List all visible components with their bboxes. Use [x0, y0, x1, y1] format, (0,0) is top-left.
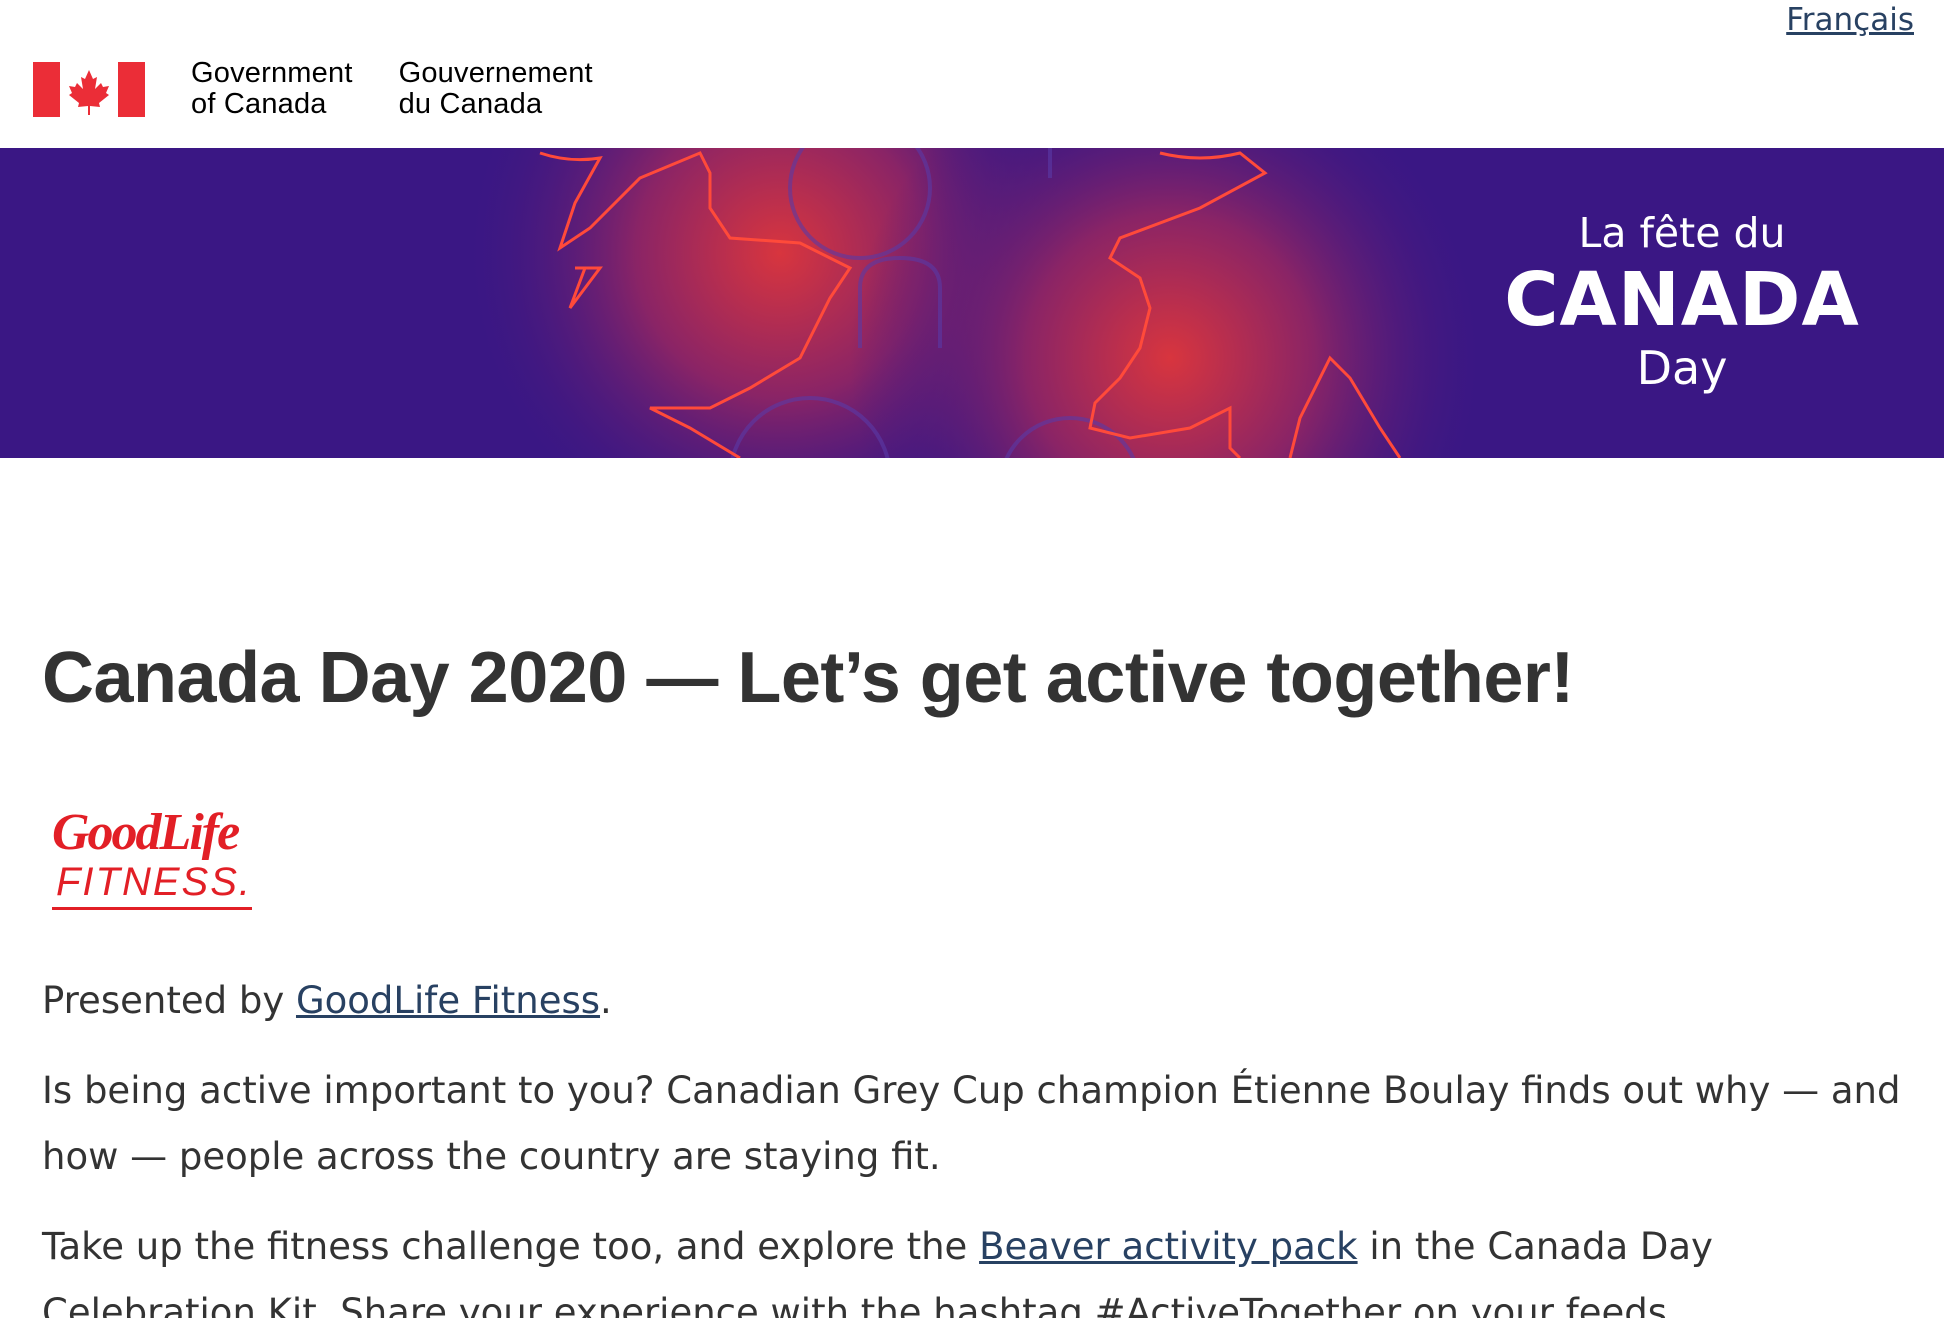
banner-title: La fête du CANADA Day [1472, 208, 1892, 394]
logo-word-goodlife: GoodLife [52, 804, 240, 861]
signature-fr-line2: du Canada [398, 88, 543, 120]
goodlife-fitness-link[interactable]: GoodLife Fitness [296, 979, 600, 1022]
signature-french: Gouvernement du Canada [399, 58, 593, 120]
presented-by-paragraph: Presented by GoodLife Fitness. [42, 968, 1922, 1034]
page-title: Canada Day 2020 — Let’s get active toget… [42, 638, 1574, 718]
presented-by-suffix: . [600, 979, 612, 1022]
beaver-activity-pack-link[interactable]: Beaver activity pack [979, 1225, 1358, 1268]
signature-fr-line1: Gouvernement [398, 57, 593, 89]
challenge-prefix: Take up the fitness challenge too, and e… [42, 1225, 980, 1268]
canada-day-banner: La fête du CANADA Day [0, 148, 1944, 458]
goodlife-fitness-logo: GoodLife FITNESS. [52, 805, 252, 917]
canada-flag-icon [33, 61, 145, 117]
signature-en-line1: Government [191, 57, 353, 89]
banner-title-line2: CANADA [1504, 257, 1860, 343]
signature-en-line2: of Canada [191, 88, 327, 120]
intro-paragraph: Is being active important to you? Canadi… [42, 1069, 1901, 1178]
banner-title-line3: Day [1636, 341, 1728, 395]
page: Français Government of Canada Gouverneme… [0, 0, 1944, 1318]
signature-english: Government of Canada [191, 58, 353, 120]
language-toggle-link[interactable]: Français [1786, 0, 1914, 40]
challenge-paragraph: Take up the fitness challenge too, and e… [42, 1214, 1922, 1318]
banner-title-line1: La fête du [1578, 209, 1786, 257]
logo-word-fitness: FITNESS. [56, 860, 253, 904]
presented-by-prefix: Presented by [42, 979, 296, 1022]
logo-underline [52, 907, 252, 910]
government-of-canada-signature[interactable]: Government of Canada Gouvernement du Can… [33, 58, 593, 120]
